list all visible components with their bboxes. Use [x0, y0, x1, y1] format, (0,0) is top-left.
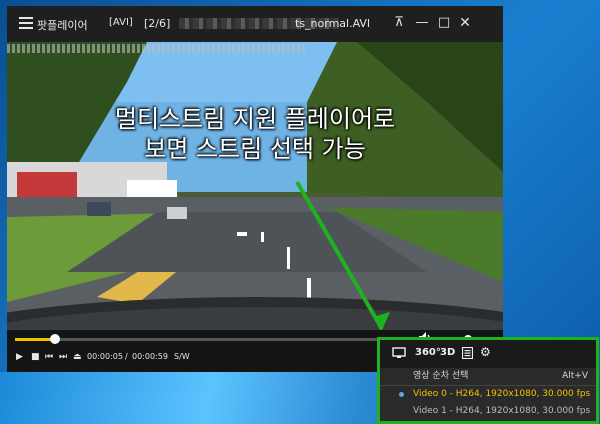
app-name: 팟플레이어	[37, 19, 88, 32]
seek-progress	[15, 338, 55, 341]
menu-item-video-0[interactable]: Video 0 - H264, 1920x1080, 30.000 fps	[380, 386, 596, 403]
time-total: 00:00:59	[132, 352, 168, 361]
title-bar[interactable]: 팟플레이어 [AVI] [2/6] ts_normal.AVI ⊼ — □ ✕	[7, 6, 503, 42]
video-frame	[7, 42, 503, 330]
caption-line-2: 보면 스트림 선택 가능	[144, 135, 366, 163]
format-tag: [AVI]	[109, 17, 133, 28]
close-button[interactable]: ✕	[457, 14, 473, 32]
selected-dot-icon	[399, 392, 404, 397]
menu-item-label: Video 0 - H264, 1920x1080, 30.000 fps	[413, 389, 591, 399]
menu-item-sequential-select[interactable]: 영상 순차 선택 Alt+V	[380, 368, 596, 386]
stream-popup: 360° 3D ⚙ 영상 순차 선택 Alt+V Video 0 - H264,…	[377, 337, 599, 424]
seek-handle[interactable]	[49, 334, 60, 344]
list-icon[interactable]	[461, 346, 474, 362]
video-area[interactable]: 멀티스트림 지원 플레이어로 보면 스트림 선택 가능	[7, 42, 503, 330]
file-name: ts_normal.AVI	[295, 17, 371, 30]
menu-icon[interactable]	[19, 17, 33, 29]
stream-menu: 영상 순차 선택 Alt+V Video 0 - H264, 1920x1080…	[380, 368, 596, 421]
osd-text-overlay	[7, 44, 307, 53]
previous-button[interactable]: ⏮	[45, 350, 53, 364]
player-window: 팟플레이어 [AVI] [2/6] ts_normal.AVI ⊼ — □ ✕	[7, 6, 503, 372]
popup-icon-bar: 360° 3D ⚙	[380, 340, 596, 368]
stop-button[interactable]: ■	[31, 350, 40, 364]
menu-item-video-1[interactable]: Video 1 - H264, 1920x1080, 30.000 fps	[380, 403, 596, 420]
video-caption: 멀티스트림 지원 플레이어로 보면 스트림 선택 가능	[7, 104, 503, 164]
pin-button[interactable]: ⊼	[391, 14, 407, 32]
menu-item-label: 영상 순차 선택	[413, 371, 469, 381]
playlist-position: [2/6]	[144, 17, 171, 30]
settings-icon[interactable]: ⚙	[480, 345, 491, 359]
minimize-button[interactable]: —	[414, 14, 430, 32]
time-current: 00:00:05	[87, 352, 123, 361]
time-separator: /	[125, 352, 128, 361]
360-button[interactable]: 360°	[415, 347, 441, 358]
caption-line-1: 멀티스트림 지원 플레이어로	[114, 105, 396, 133]
maximize-button[interactable]: □	[436, 14, 452, 32]
menu-item-shortcut: Alt+V	[562, 371, 588, 381]
seek-bar[interactable]	[15, 334, 413, 344]
next-button[interactable]: ⏭	[59, 350, 67, 364]
eject-button[interactable]: ⏏	[73, 350, 82, 364]
screen-icon[interactable]	[392, 347, 406, 362]
3d-button[interactable]: 3D	[440, 347, 455, 358]
menu-item-label: Video 1 - H264, 1920x1080, 30.000 fps	[413, 406, 591, 416]
sw-codec-label[interactable]: S/W	[174, 350, 190, 364]
play-button[interactable]: ▶	[16, 350, 23, 364]
